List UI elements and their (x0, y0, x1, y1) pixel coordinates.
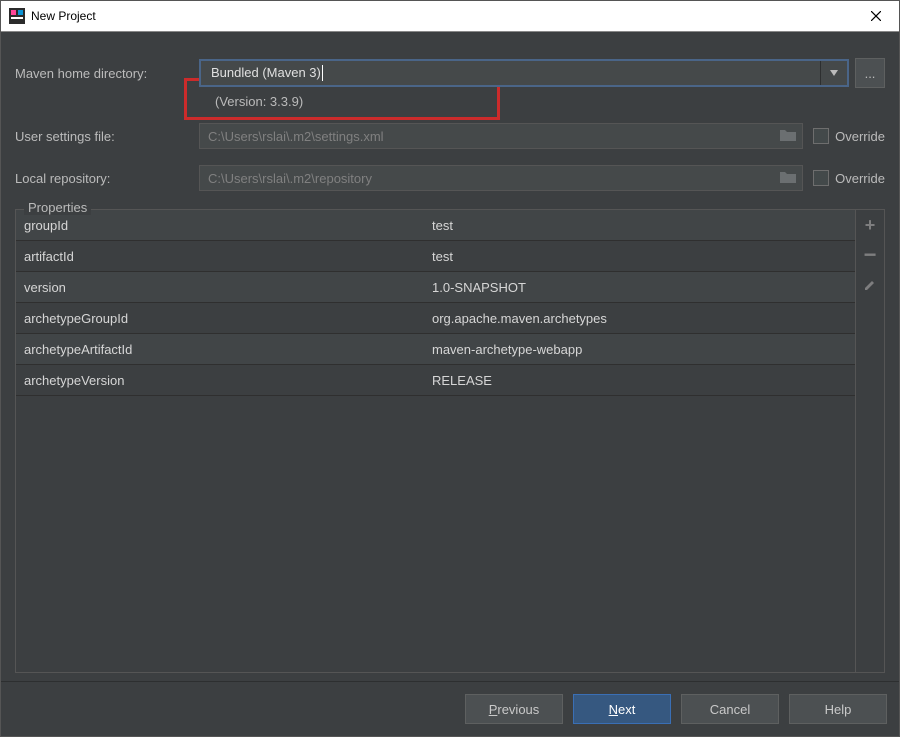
table-row[interactable]: groupIdtest (16, 210, 855, 241)
folder-icon[interactable] (780, 170, 796, 186)
browse-button[interactable]: ... (855, 58, 885, 88)
titlebar: New Project (1, 1, 899, 32)
add-property-button[interactable]: + (861, 216, 879, 234)
window-title: New Project (31, 9, 96, 23)
prop-key: archetypeVersion (16, 373, 432, 388)
prop-key: archetypeGroupId (16, 311, 432, 326)
table-row[interactable]: archetypeVersionRELEASE (16, 365, 855, 396)
prop-value: 1.0-SNAPSHOT (432, 280, 855, 295)
cancel-button[interactable]: Cancel (681, 694, 779, 724)
prop-value: org.apache.maven.archetypes (432, 311, 855, 326)
override-label: Override (835, 129, 885, 144)
prop-key: version (16, 280, 432, 295)
maven-home-value: Bundled (Maven 3) (201, 65, 333, 82)
previous-button[interactable]: Previous (465, 694, 563, 724)
prop-value: maven-archetype-webapp (432, 342, 855, 357)
override-checkbox-usersettings[interactable] (813, 128, 829, 144)
local-repo-label: Local repository: (15, 171, 199, 186)
properties-table[interactable]: groupIdtestartifactIdtestversion1.0-SNAP… (16, 210, 855, 672)
user-settings-input[interactable]: C:\Users\rslai\.m2\settings.xml (199, 123, 803, 149)
prop-value: test (432, 249, 855, 264)
override-label: Override (835, 171, 885, 186)
prop-key: groupId (16, 218, 432, 233)
chevron-down-icon[interactable] (820, 61, 847, 85)
user-settings-label: User settings file: (15, 129, 199, 144)
remove-property-button[interactable]: − (861, 246, 879, 264)
prop-key: artifactId (16, 249, 432, 264)
app-icon (9, 8, 25, 24)
local-repo-input[interactable]: C:\Users\rslai\.m2\repository (199, 165, 803, 191)
prop-key: archetypeArtifactId (16, 342, 432, 357)
table-row[interactable]: artifactIdtest (16, 241, 855, 272)
close-button[interactable] (861, 1, 891, 31)
next-button[interactable]: Next (573, 694, 671, 724)
help-button[interactable]: Help (789, 694, 887, 724)
table-row[interactable]: archetypeGroupIdorg.apache.maven.archety… (16, 303, 855, 334)
dialog-footer: Previous Next Cancel Help (1, 681, 899, 736)
maven-version-text: (Version: 3.3.9) (199, 88, 885, 123)
prop-value: test (432, 218, 855, 233)
properties-title: Properties (24, 200, 91, 215)
maven-home-combo[interactable]: Bundled (Maven 3) (199, 59, 849, 87)
override-checkbox-localrepo[interactable] (813, 170, 829, 186)
properties-panel: Properties groupIdtestartifactIdtestvers… (15, 209, 885, 673)
table-row[interactable]: version1.0-SNAPSHOT (16, 272, 855, 303)
table-row[interactable]: archetypeArtifactIdmaven-archetype-webap… (16, 334, 855, 365)
prop-value: RELEASE (432, 373, 855, 388)
folder-icon[interactable] (780, 128, 796, 144)
edit-property-button[interactable] (861, 276, 879, 294)
maven-home-label: Maven home directory: (15, 66, 199, 81)
